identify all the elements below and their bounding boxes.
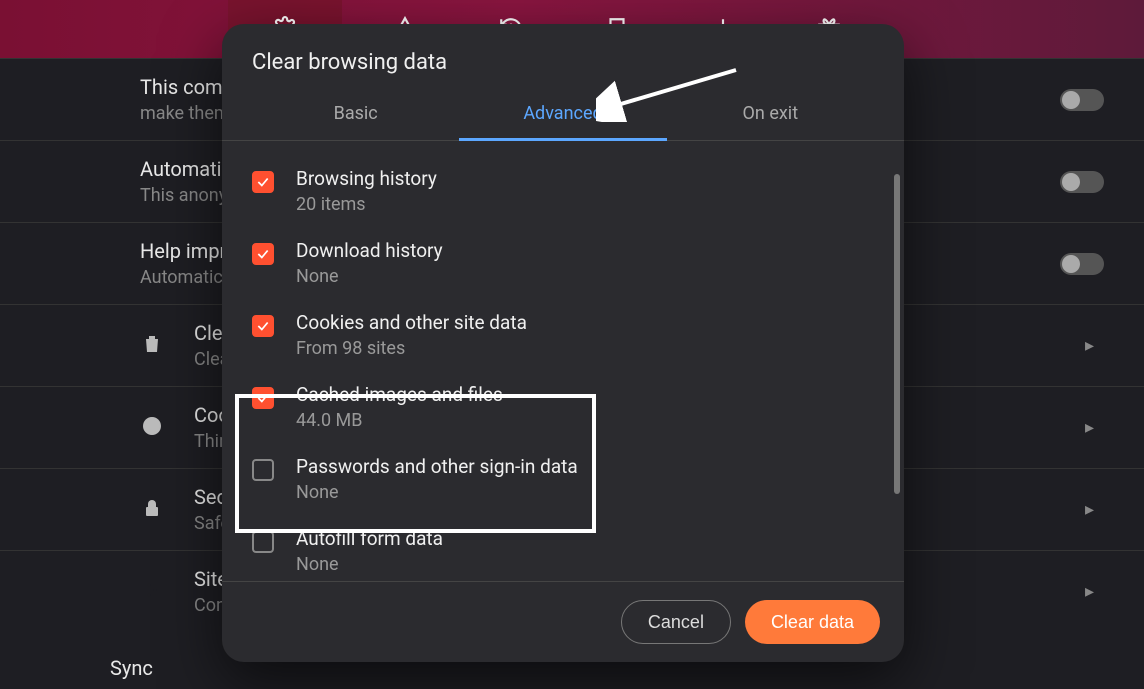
checkbox[interactable]: [252, 315, 274, 337]
clear-browsing-data-dialog: Clear browsing data Basic Advanced On ex…: [222, 24, 904, 662]
option-autofill[interactable]: Autofill form data None: [252, 519, 874, 581]
cookie-icon: [140, 414, 168, 442]
option-title: Cached images and files: [296, 383, 874, 406]
option-browsing-history[interactable]: Browsing history 20 items: [252, 159, 874, 231]
dialog-footer: Cancel Clear data: [222, 581, 904, 662]
dialog-tabs: Basic Advanced On exit: [222, 93, 904, 141]
tab-advanced[interactable]: Advanced: [459, 93, 666, 141]
option-cookies[interactable]: Cookies and other site data From 98 site…: [252, 303, 874, 375]
option-download-history[interactable]: Download history None: [252, 231, 874, 303]
clear-data-button[interactable]: Clear data: [745, 600, 880, 644]
chevron-right-icon: ▸: [1085, 335, 1104, 356]
checkbox[interactable]: [252, 531, 274, 553]
checkbox[interactable]: [252, 171, 274, 193]
option-title: Cookies and other site data: [296, 311, 874, 334]
tab-basic[interactable]: Basic: [252, 93, 459, 141]
option-sub: None: [296, 266, 874, 287]
toggle[interactable]: [1060, 171, 1104, 193]
option-passwords[interactable]: Passwords and other sign-in data None: [252, 447, 874, 519]
cancel-button[interactable]: Cancel: [621, 600, 731, 644]
option-sub: None: [296, 554, 874, 575]
option-title: Download history: [296, 239, 874, 262]
scrollbar[interactable]: [894, 174, 900, 494]
option-sub: None: [296, 482, 874, 503]
option-sub: 44.0 MB: [296, 410, 874, 431]
checkbox[interactable]: [252, 243, 274, 265]
option-sub: 20 items: [296, 194, 874, 215]
sliders-icon: [140, 578, 168, 606]
dialog-body[interactable]: Browsing history 20 items Download histo…: [222, 141, 904, 581]
chevron-right-icon: ▸: [1085, 581, 1104, 602]
checkbox[interactable]: [252, 459, 274, 481]
option-title: Passwords and other sign-in data: [296, 455, 874, 478]
option-sub: From 98 sites: [296, 338, 874, 359]
lock-icon: [140, 496, 168, 524]
toggle[interactable]: [1060, 89, 1104, 111]
dialog-title: Clear browsing data: [252, 50, 874, 75]
option-title: Autofill form data: [296, 527, 874, 550]
chevron-right-icon: ▸: [1085, 499, 1104, 520]
chevron-right-icon: ▸: [1085, 417, 1104, 438]
trash-icon: [140, 332, 168, 360]
tab-on-exit[interactable]: On exit: [667, 93, 874, 141]
checkbox[interactable]: [252, 387, 274, 409]
option-title: Browsing history: [296, 167, 874, 190]
toggle[interactable]: [1060, 253, 1104, 275]
option-cache[interactable]: Cached images and files 44.0 MB: [252, 375, 874, 447]
